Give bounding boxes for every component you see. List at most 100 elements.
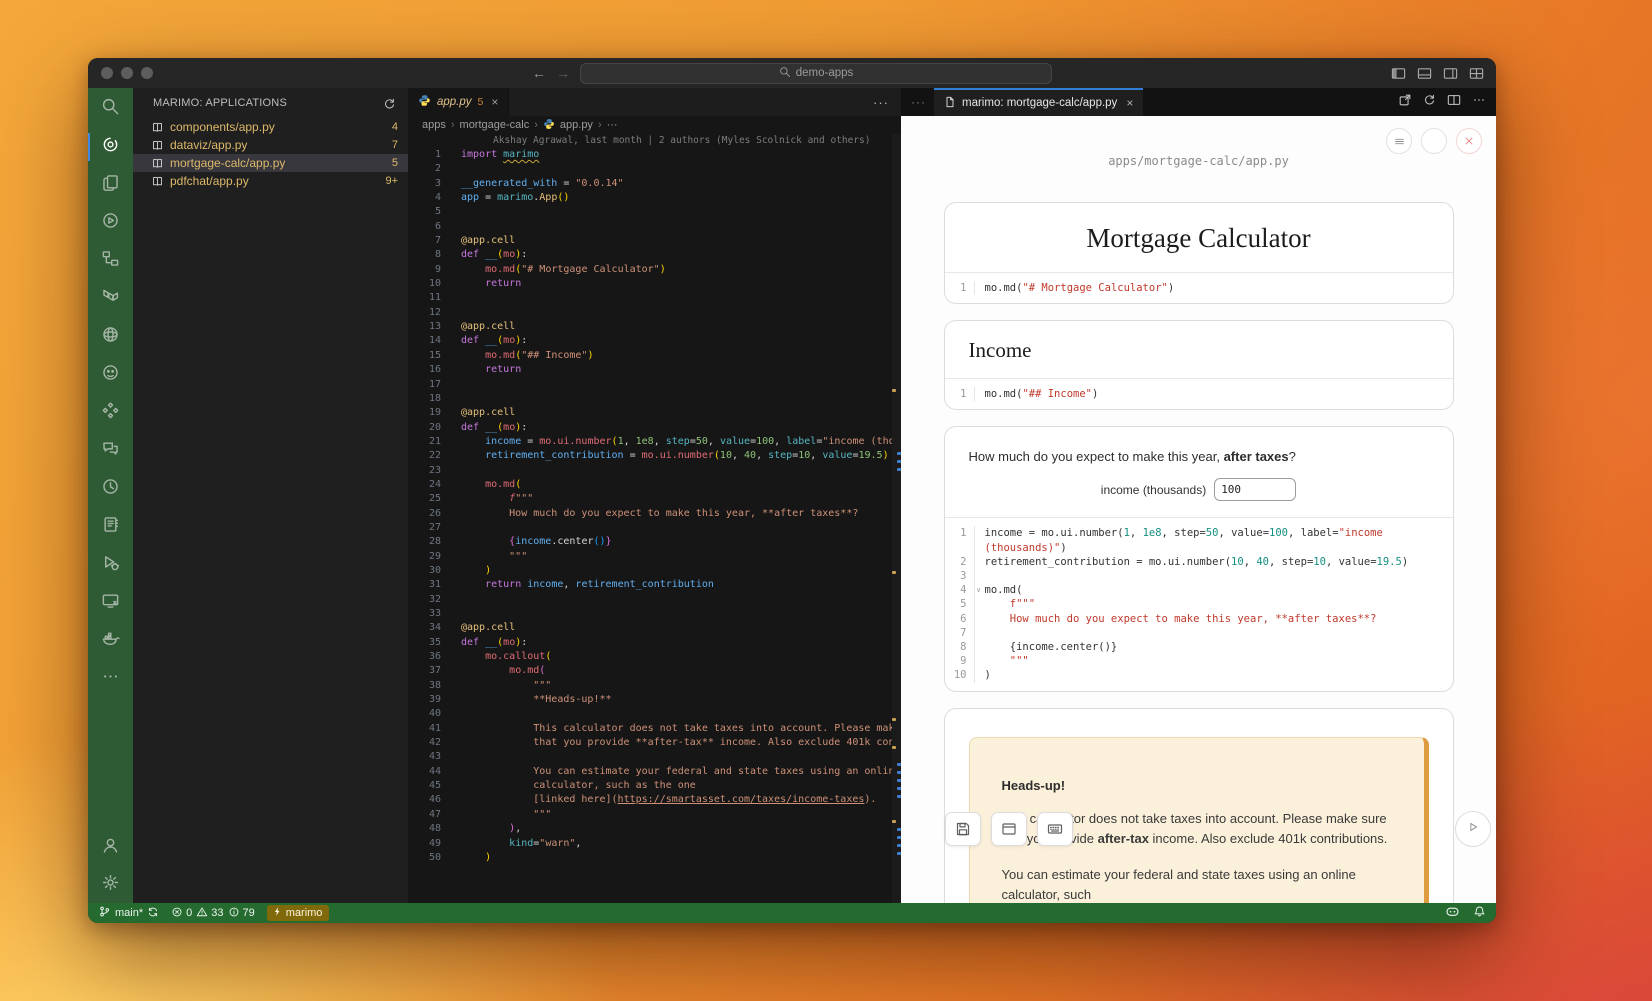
activity-item-search[interactable] [88,97,133,121]
breadcrumb[interactable]: apps › mortgage-calc › app.py › ··· [408,116,901,134]
activity-item-pages[interactable] [88,173,133,197]
overview-ruler[interactable] [892,134,901,903]
settings-icon[interactable] [1421,128,1447,154]
code-line[interactable]: 9 mo.md("# Mortgage Calculator") [408,263,901,277]
run-app-button[interactable] [1455,811,1491,847]
code-line[interactable]: 2 [408,162,901,176]
problems-item[interactable]: 0 33 79 [171,906,255,921]
code-line[interactable]: 40 [408,707,901,721]
sidebar-item-components-app-py[interactable]: components/app.py4 [133,118,408,136]
activity-item-debug-test[interactable] [88,553,133,577]
activity-item-comments[interactable] [88,439,133,463]
breadcrumb-file[interactable]: app.py [560,119,593,131]
code-line[interactable]: 39 **Heads-up!** [408,693,901,707]
sync-icon[interactable] [147,906,159,921]
notifications-bell-icon[interactable] [1473,905,1486,921]
toggle-panel-icon[interactable] [1417,66,1432,81]
open-external-icon[interactable] [1398,93,1412,112]
panel-view-button[interactable] [991,812,1027,846]
code-line[interactable]: 28 {income.center()} [408,535,901,549]
split-editor-icon[interactable] [1447,93,1461,112]
code-line[interactable]: 24 mo.md( [408,478,901,492]
code-line[interactable]: 46 [linked here](https://smartasset.com/… [408,793,901,807]
activity-item-docker[interactable] [88,629,133,653]
code-line[interactable]: 42 that you provide **after-tax** income… [408,736,901,750]
breadcrumb-more[interactable]: ··· [607,119,618,131]
code-line[interactable]: 22 retirement_contribution = mo.ui.numbe… [408,449,901,463]
tab-overflow-more-icon[interactable]: ··· [901,95,934,109]
nav-back-icon[interactable]: ← [532,66,546,80]
activity-item-account[interactable] [88,836,133,860]
code-line[interactable]: 26 How much do you expect to make this y… [408,507,901,521]
activity-item-settings[interactable] [88,873,133,897]
activity-item-pieces[interactable] [88,401,133,425]
copilot-icon[interactable] [1445,904,1460,922]
breadcrumb-apps[interactable]: apps [422,119,446,131]
code-line[interactable]: 3__generated_with = "0.0.14" [408,177,901,191]
code-line[interactable]: 15 mo.md("## Income") [408,349,901,363]
code-line[interactable]: 16 return [408,363,901,377]
command-center-search[interactable]: demo-apps [580,63,1052,84]
code-line[interactable]: 37 mo.md( [408,664,901,678]
fold-chevron-icon[interactable]: ∨ [975,583,981,597]
code-line[interactable]: 49 kind="warn", [408,837,901,851]
code-line[interactable]: 13@app.cell [408,320,901,334]
code-line[interactable]: 20def __(mo): [408,421,901,435]
code-line[interactable]: 12 [408,306,901,320]
tab-app-py[interactable]: app.py 5 × [408,88,509,116]
activity-item-more[interactable] [88,667,133,691]
code-line[interactable]: 7@app.cell [408,234,901,248]
editor-actions-more-icon[interactable]: ··· [873,88,889,116]
code-line[interactable]: 25 f""" [408,492,901,506]
save-button[interactable] [945,812,981,846]
code-line[interactable]: 18 [408,392,901,406]
nav-forward-icon[interactable]: → [556,66,570,80]
close-tab-icon[interactable]: × [1126,96,1133,110]
code-line[interactable]: 45 calculator, such as the one [408,779,901,793]
code-line[interactable]: 33 [408,607,901,621]
code-line[interactable]: 29 """ [408,550,901,564]
code-line[interactable]: 8def __(mo): [408,248,901,262]
code-line[interactable]: 27 [408,521,901,535]
breadcrumb-folder[interactable]: mortgage-calc [460,119,530,131]
code-line[interactable]: 11 [408,291,901,305]
code-line[interactable]: 38 """ [408,679,901,693]
code-line[interactable]: 19@app.cell [408,406,901,420]
sidebar-item-dataviz-app-py[interactable]: dataviz/app.py7 [133,136,408,154]
sidebar-item-mortgage-calc-app-py[interactable]: mortgage-calc/app.py5 [133,154,408,172]
keyboard-shortcuts-button[interactable] [1037,812,1073,846]
minimize-window-button[interactable] [121,67,133,79]
code-line[interactable]: 4app = marimo.App() [408,191,901,205]
code-line[interactable]: 34@app.cell [408,621,901,635]
reload-icon[interactable] [1423,93,1436,111]
activity-item-remote-monitor[interactable] [88,591,133,615]
code-line[interactable]: 31 return income, retirement_contributio… [408,578,901,592]
code-line[interactable]: 6 [408,220,901,234]
code-line[interactable]: 35def __(mo): [408,636,901,650]
customize-layout-icon[interactable] [1469,66,1484,81]
code-line[interactable]: 41 This calculator does not take taxes i… [408,722,901,736]
code-line[interactable]: 32 [408,593,901,607]
code-line[interactable]: 21 income = mo.ui.number(1, 1e8, step=50… [408,435,901,449]
code-line[interactable]: 43 [408,750,901,764]
code-line[interactable]: 50 ) [408,851,901,865]
code-line[interactable]: 30 ) [408,564,901,578]
tab-marimo-panel[interactable]: marimo: mortgage-calc/app.py × [934,88,1143,116]
activity-item-notebook[interactable] [88,515,133,539]
more-actions-icon[interactable] [1472,93,1486,112]
code-editor[interactable]: Akshay Agrawal, last month | 2 authors (… [408,134,901,903]
code-line[interactable]: 14def __(mo): [408,334,901,348]
shutdown-icon[interactable] [1456,128,1482,154]
activity-item-marimo[interactable] [88,135,133,159]
toggle-secondary-sidebar-icon[interactable] [1443,66,1458,81]
close-window-button[interactable] [101,67,113,79]
code-line[interactable]: 48 ), [408,822,901,836]
activity-item-symbols[interactable] [88,249,133,273]
git-branch-item[interactable]: main* [98,905,159,921]
code-line[interactable]: 44 You can estimate your federal and sta… [408,765,901,779]
code-line[interactable]: 5 [408,205,901,219]
marimo-status-badge[interactable]: marimo [267,905,330,921]
activity-item-github[interactable] [88,363,133,387]
activity-item-sphere[interactable] [88,325,133,349]
refresh-icon[interactable] [383,97,396,110]
